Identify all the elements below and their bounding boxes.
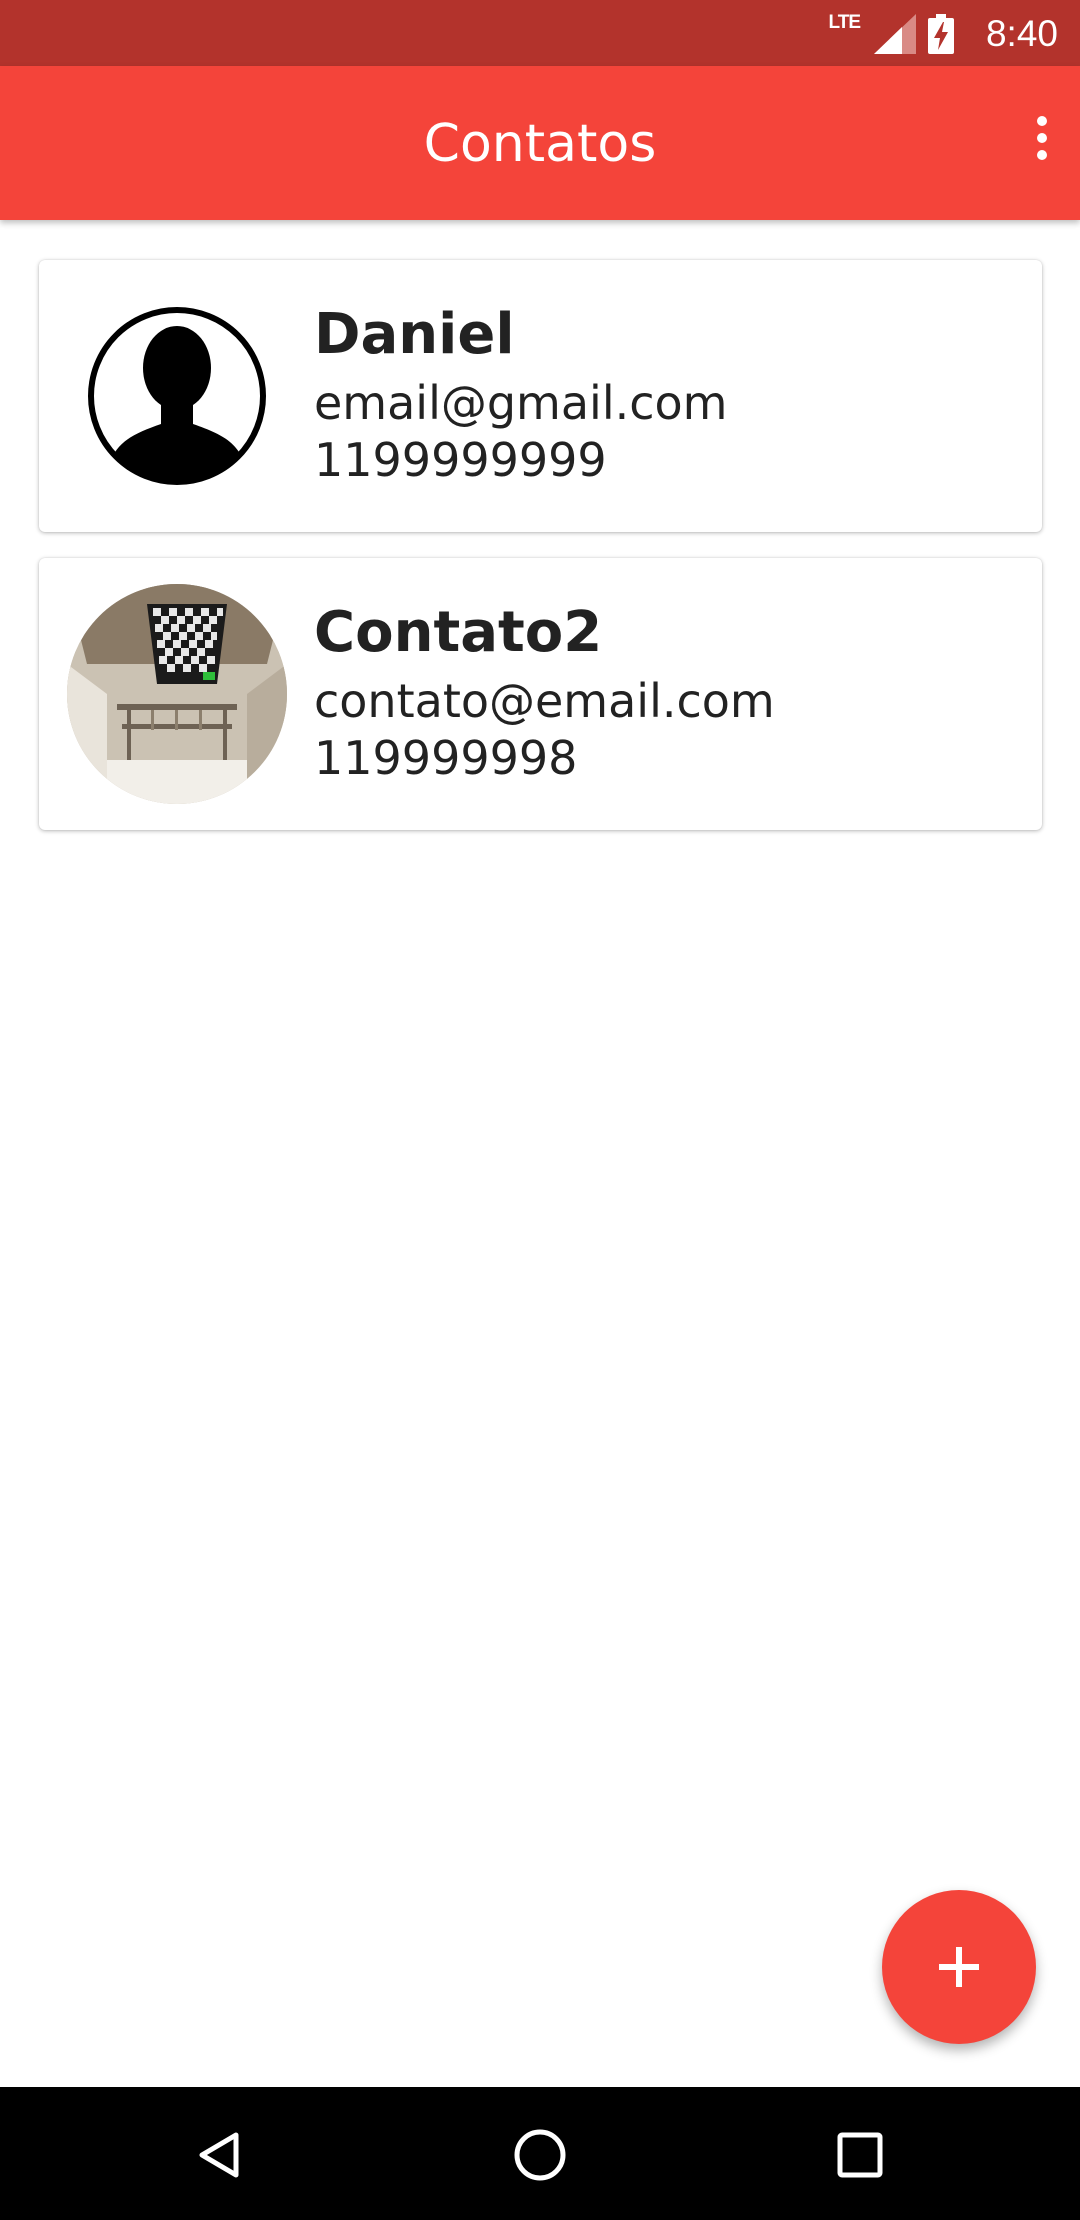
screen: LTE 8:40 Contatos Daniel email@gmail.com… <box>0 0 1080 2220</box>
contact-card[interactable]: Daniel email@gmail.com 1199999999 <box>39 260 1042 532</box>
home-icon[interactable] <box>510 2125 570 2185</box>
battery-charging-icon <box>928 14 954 54</box>
overflow-menu-icon[interactable] <box>1032 116 1052 168</box>
back-icon[interactable] <box>190 2125 250 2185</box>
app-bar: Contatos <box>0 66 1080 220</box>
contact-phone: 1199999999 <box>314 433 607 487</box>
add-icon <box>939 1947 979 1987</box>
signal-icon <box>874 14 916 54</box>
recents-icon[interactable] <box>830 2125 890 2185</box>
contact-email: email@gmail.com <box>314 376 728 430</box>
status-bar: LTE 8:40 <box>0 0 1080 66</box>
clock: 8:40 <box>985 13 1058 54</box>
page-title: Contatos <box>423 114 657 174</box>
contact-name: Contato2 <box>314 600 603 665</box>
default-person-icon <box>88 307 266 485</box>
contact-card[interactable]: Contato2 contato@email.com 119999998 <box>39 558 1042 830</box>
contact-photo <box>67 584 287 804</box>
contact-name: Daniel <box>314 302 515 367</box>
contact-phone: 119999998 <box>314 731 578 785</box>
contact-email: contato@email.com <box>314 674 775 728</box>
add-contact-button[interactable] <box>882 1890 1036 2044</box>
navigation-bar <box>0 2087 1080 2220</box>
lte-label: LTE <box>828 12 862 33</box>
